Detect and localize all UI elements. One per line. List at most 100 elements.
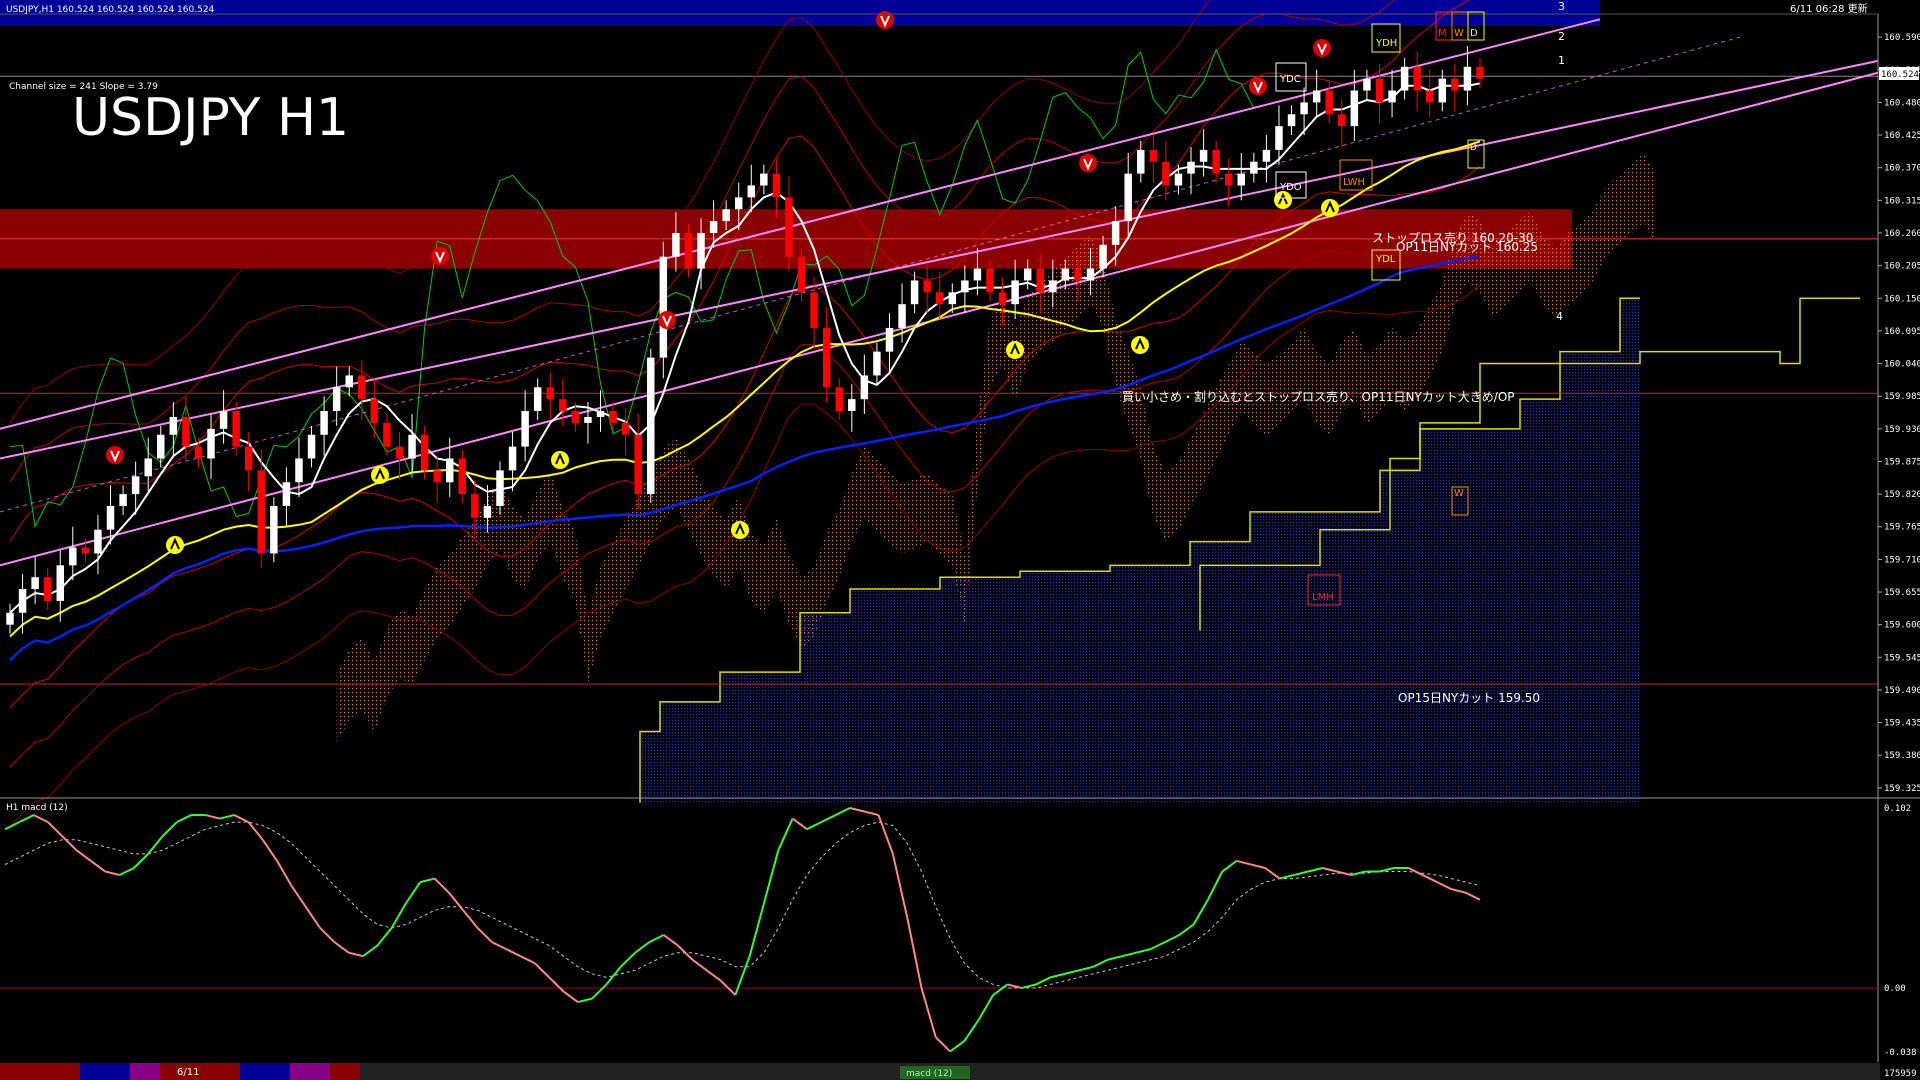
macd-seg-21 — [290, 885, 307, 908]
macd-seg-2 — [18, 814, 35, 824]
candle-body-79 — [998, 292, 1007, 305]
candle-body-2 — [31, 577, 39, 590]
bottom-timeline[interactable]: 6/11 macd (12) 175959 — [0, 1063, 1917, 1080]
y-tick-label-23: 159.325 — [1884, 784, 1920, 794]
candle-body-86 — [1086, 268, 1095, 281]
macd-seg-22 — [304, 906, 321, 929]
current-price-tag: 160.524 — [1881, 70, 1919, 80]
macd-seg-47 — [663, 934, 679, 947]
y-tick-label-0: 160.590 — [1884, 33, 1920, 43]
timeline-seg-8 — [360, 1063, 1880, 1080]
chart-canvas[interactable]: 160.590160.535160.480160.425160.370160.3… — [0, 0, 1920, 1080]
candle-body-108 — [1363, 78, 1371, 91]
candle-body-12 — [157, 434, 165, 459]
d-top-label: D — [1470, 28, 1478, 39]
candle-body-107 — [1350, 90, 1359, 127]
macd-seg-9 — [119, 867, 135, 876]
candle-body-10 — [131, 476, 140, 495]
timeline-seg-3 — [130, 1063, 160, 1080]
macd-seg-86 — [1221, 860, 1238, 873]
macd-seg-5 — [61, 835, 78, 852]
ydo-label: YDO — [1279, 182, 1302, 193]
candle-body-72 — [910, 280, 919, 305]
timeline-seg-5 — [240, 1063, 290, 1080]
macd-tab[interactable]: macd (12) — [906, 1069, 952, 1079]
candle-body-102 — [1287, 114, 1296, 127]
timeline-seg-7 — [330, 1063, 360, 1080]
macd-seg-66 — [935, 1036, 951, 1053]
candle-body-57 — [722, 209, 730, 222]
macd-seg-31 — [433, 877, 450, 894]
channel-2-label: 2 — [1558, 30, 1565, 43]
macd-seg-30 — [420, 877, 435, 884]
candle-body-75 — [948, 292, 957, 305]
candle-body-80 — [1011, 280, 1019, 305]
candle-body-68 — [860, 375, 869, 400]
candle-body-69 — [873, 351, 881, 376]
y-tick-label-10: 160.040 — [1884, 360, 1920, 370]
candle-body-43 — [546, 387, 554, 400]
macd-seg-8 — [105, 870, 120, 877]
channel-1-label: 1 — [1558, 54, 1565, 67]
macd-seg-56 — [792, 817, 808, 830]
candle-body-25 — [320, 411, 328, 435]
cloud-blue — [640, 298, 1640, 803]
macd-seg-100 — [1422, 874, 1438, 883]
macd-seg-34 — [476, 927, 493, 943]
candle-body-16 — [207, 428, 215, 459]
y-tick-label-22: 159.380 — [1884, 751, 1920, 761]
macd-seg-29 — [405, 881, 422, 904]
candle-body-77 — [973, 268, 982, 281]
candle-body-19 — [244, 446, 253, 471]
macd-signal-line — [4, 821, 1481, 989]
y-tick-label-15: 159.765 — [1884, 523, 1920, 533]
candle-body-49 — [621, 422, 630, 435]
candle-body-96 — [1212, 149, 1220, 174]
macd-zero-label: 0.00 — [1884, 984, 1906, 994]
macd-seg-68 — [963, 1019, 980, 1042]
candle-body-50 — [634, 434, 642, 495]
macd-seg-88 — [1250, 863, 1266, 869]
candle-body-20 — [257, 470, 266, 554]
candle-body-55 — [697, 232, 705, 269]
candle-body-100 — [1262, 149, 1271, 162]
candle-body-92 — [1162, 161, 1170, 186]
candle-body-113 — [1426, 90, 1434, 103]
macd-seg-59 — [835, 807, 851, 816]
candle-body-37 — [471, 494, 479, 518]
macd-seg-58 — [820, 814, 837, 824]
macd-seg-63 — [891, 853, 909, 918]
macd-seg-83 — [1178, 923, 1195, 936]
op15-cut-label: OP15日NYカット 159.50 — [1398, 691, 1540, 705]
y-tick-label-3: 160.425 — [1884, 131, 1920, 141]
candle-body-48 — [609, 411, 617, 423]
macd-seg-84 — [1192, 899, 1209, 925]
candle-body-66 — [835, 387, 843, 412]
candle-body-8 — [106, 505, 115, 530]
macd-seg-25 — [348, 951, 364, 958]
macd-seg-69 — [977, 994, 994, 1021]
symbol-info: USDJPY,H1 160.524 160.524 160.524 160.52… — [6, 5, 215, 15]
candle-body-117 — [1476, 66, 1484, 79]
candle-body-62 — [785, 197, 793, 257]
macd-seg-91 — [1293, 870, 1309, 877]
macd-seg-60 — [849, 807, 865, 813]
macd-seg-101 — [1436, 881, 1452, 891]
candle-body-115 — [1451, 78, 1459, 91]
macd-seg-3 — [33, 814, 49, 824]
macd-seg-62 — [877, 814, 894, 855]
candle-body-31 — [395, 446, 404, 459]
macd-seg-92 — [1307, 867, 1323, 873]
timeline-seg-6 — [290, 1063, 330, 1080]
macd-seg-97 — [1379, 867, 1395, 873]
candle-body-105 — [1325, 90, 1333, 115]
candle-body-36 — [458, 458, 467, 495]
macd-seg-77 — [1092, 958, 1109, 968]
candle-body-22 — [282, 482, 291, 506]
macd-seg-4 — [47, 821, 63, 837]
candle-body-61 — [772, 173, 781, 198]
macd-seg-103 — [1465, 891, 1481, 901]
macd-seg-42 — [591, 983, 608, 1000]
macd-seg-70 — [992, 983, 1009, 996]
y-tick-label-17: 159.655 — [1884, 588, 1920, 598]
